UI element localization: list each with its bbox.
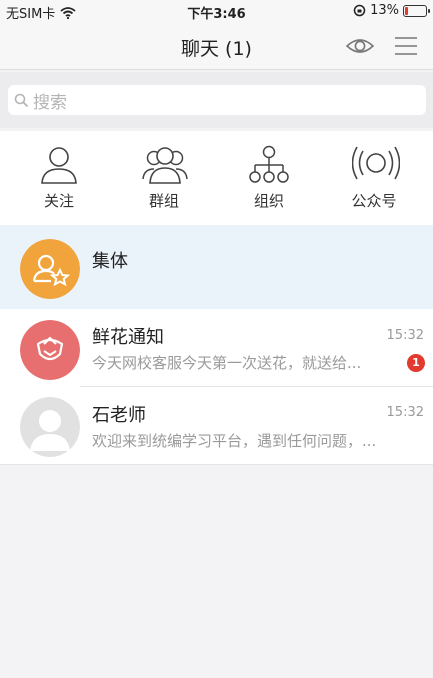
quick-action-label: 公众号 — [351, 192, 397, 210]
group-star-icon — [20, 239, 80, 299]
search-bar: 搜索 — [0, 72, 433, 128]
battery-percent: 13% — [370, 3, 399, 18]
chat-item-teacher-shi[interactable]: 石老师 15:32 欢迎来到统编学习平台，遇到任何问题，... — [0, 387, 433, 465]
avatar — [20, 320, 80, 380]
search-input[interactable]: 搜索 — [8, 85, 426, 115]
quick-action-label: 关注 — [43, 192, 74, 210]
divider — [0, 464, 433, 465]
search-icon — [14, 93, 29, 107]
flower-icon — [20, 320, 80, 380]
default-avatar-icon — [20, 397, 80, 457]
eye-icon[interactable] — [345, 33, 375, 59]
chat-preview: 今天网校客服今天第一次送花，就送给... — [92, 354, 362, 372]
person-icon — [41, 147, 77, 184]
quick-action-label: 组织 — [253, 192, 284, 210]
battery-level — [405, 6, 408, 15]
avatar — [20, 397, 80, 457]
hamburger-menu-icon[interactable] — [393, 33, 419, 59]
quick-action-organization[interactable]: 组织 — [215, 131, 323, 225]
battery-icon — [403, 4, 430, 17]
quick-action-follow[interactable]: 关注 — [5, 131, 113, 225]
chat-time: 15:32 — [386, 405, 424, 420]
chat-time: 15:32 — [386, 328, 424, 343]
chat-preview: 欢迎来到统编学习平台，遇到任何问题，... — [92, 432, 377, 450]
chat-name: 鲜花通知 — [92, 327, 164, 348]
broadcast-icon — [352, 146, 400, 180]
chat-item-flower-notice[interactable]: 鲜花通知 15:32 今天网校客服今天第一次送花，就送给... 1 — [0, 309, 433, 387]
chat-name: 石老师 — [92, 405, 146, 426]
status-bar: 无SIM卡 下午3:46 13% — [0, 0, 433, 22]
chat-name: 集体 — [92, 251, 128, 272]
quick-actions: 关注 群组 组织 公众号 — [0, 131, 433, 225]
search-placeholder: 搜索 — [33, 92, 67, 113]
quick-action-official-accounts[interactable]: 公众号 — [320, 131, 428, 225]
org-chart-icon — [249, 145, 289, 183]
chat-item-collective[interactable]: 集体 — [0, 225, 433, 309]
quick-action-label: 群组 — [148, 192, 179, 210]
group-icon — [142, 147, 188, 184]
nav-bar: 聊天 (1) — [0, 22, 433, 70]
unread-badge: 1 — [407, 354, 425, 372]
orientation-lock-icon — [353, 4, 366, 17]
quick-action-groups[interactable]: 群组 — [110, 131, 218, 225]
battery-group: 13% — [353, 3, 430, 18]
avatar — [20, 239, 80, 299]
